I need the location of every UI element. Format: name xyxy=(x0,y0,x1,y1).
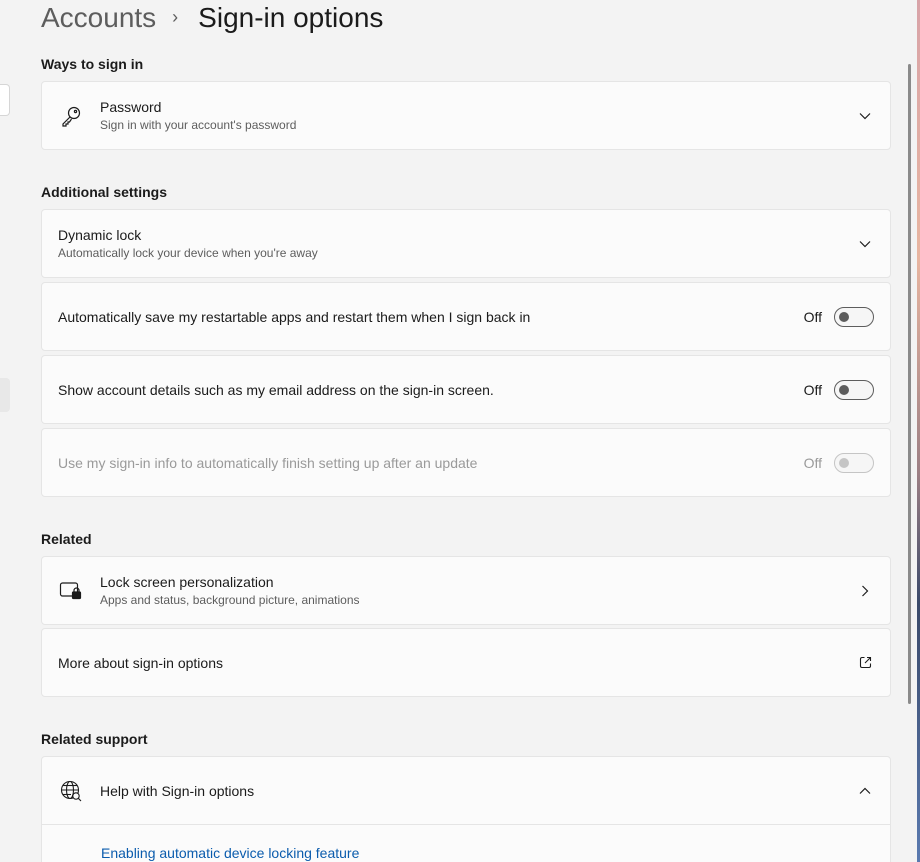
section-heading-additional-settings: Additional settings xyxy=(41,184,167,200)
signin-info-state: Off xyxy=(803,454,822,471)
account-details-state: Off xyxy=(803,381,822,398)
globe-help-icon xyxy=(42,780,100,802)
breadcrumb: Accounts › Sign-in options xyxy=(41,0,383,36)
password-title: Password xyxy=(100,99,162,115)
signin-info-toggle xyxy=(834,452,874,473)
restart-apps-title: Automatically save my restartable apps a… xyxy=(58,308,531,325)
scrollbar[interactable] xyxy=(908,64,911,704)
chevron-right-icon: › xyxy=(172,7,179,27)
chevron-right-icon[interactable] xyxy=(840,585,890,597)
help-signin-card[interactable]: Help with Sign-in options xyxy=(41,756,891,825)
lock-screen-card[interactable]: Lock screen personalization Apps and sta… xyxy=(41,556,891,625)
dynamic-lock-card[interactable]: Dynamic lock Automatically lock your dev… xyxy=(41,209,891,278)
signin-info-card: Use my sign-in info to automatically fin… xyxy=(41,428,891,497)
lock-screen-subtitle: Apps and status, background picture, ani… xyxy=(100,593,360,607)
nav-selected-item-edge[interactable] xyxy=(0,378,10,412)
restart-apps-card: Automatically save my restartable apps a… xyxy=(41,282,891,351)
section-heading-related-support: Related support xyxy=(41,731,148,747)
key-icon xyxy=(42,105,100,127)
password-subtitle: Sign in with your account's password xyxy=(100,118,297,132)
open-external-icon[interactable] xyxy=(840,656,890,669)
restart-apps-state: Off xyxy=(803,308,822,325)
help-expanded-panel: Enabling automatic device locking featur… xyxy=(41,824,891,862)
breadcrumb-accounts-link[interactable]: Accounts xyxy=(41,0,156,36)
account-details-toggle[interactable] xyxy=(834,379,874,400)
chevron-down-icon[interactable] xyxy=(840,240,890,248)
restart-apps-toggle[interactable] xyxy=(834,306,874,327)
page-title: Sign-in options xyxy=(198,2,384,33)
dynamic-lock-subtitle: Automatically lock your device when you'… xyxy=(58,246,318,260)
section-heading-ways-to-sign-in: Ways to sign in xyxy=(41,56,144,72)
signin-info-title: Use my sign-in info to automatically fin… xyxy=(58,454,478,471)
more-about-card[interactable]: More about sign-in options xyxy=(41,628,891,697)
chevron-down-icon[interactable] xyxy=(840,112,890,120)
nav-search-box-edge[interactable] xyxy=(0,84,10,116)
account-details-card: Show account details such as my email ad… xyxy=(41,355,891,424)
help-link-automatic-locking[interactable]: Enabling automatic device locking featur… xyxy=(101,845,359,861)
more-about-title: More about sign-in options xyxy=(58,654,223,671)
lock-screen-title: Lock screen personalization xyxy=(100,574,274,590)
help-signin-title: Help with Sign-in options xyxy=(100,782,255,799)
password-card[interactable]: Password Sign in with your account's pas… xyxy=(41,81,891,150)
account-details-title: Show account details such as my email ad… xyxy=(58,381,494,398)
dynamic-lock-title: Dynamic lock xyxy=(58,227,142,243)
chevron-up-icon[interactable] xyxy=(840,787,890,795)
lock-screen-icon xyxy=(42,581,100,601)
section-heading-related: Related xyxy=(41,531,92,547)
